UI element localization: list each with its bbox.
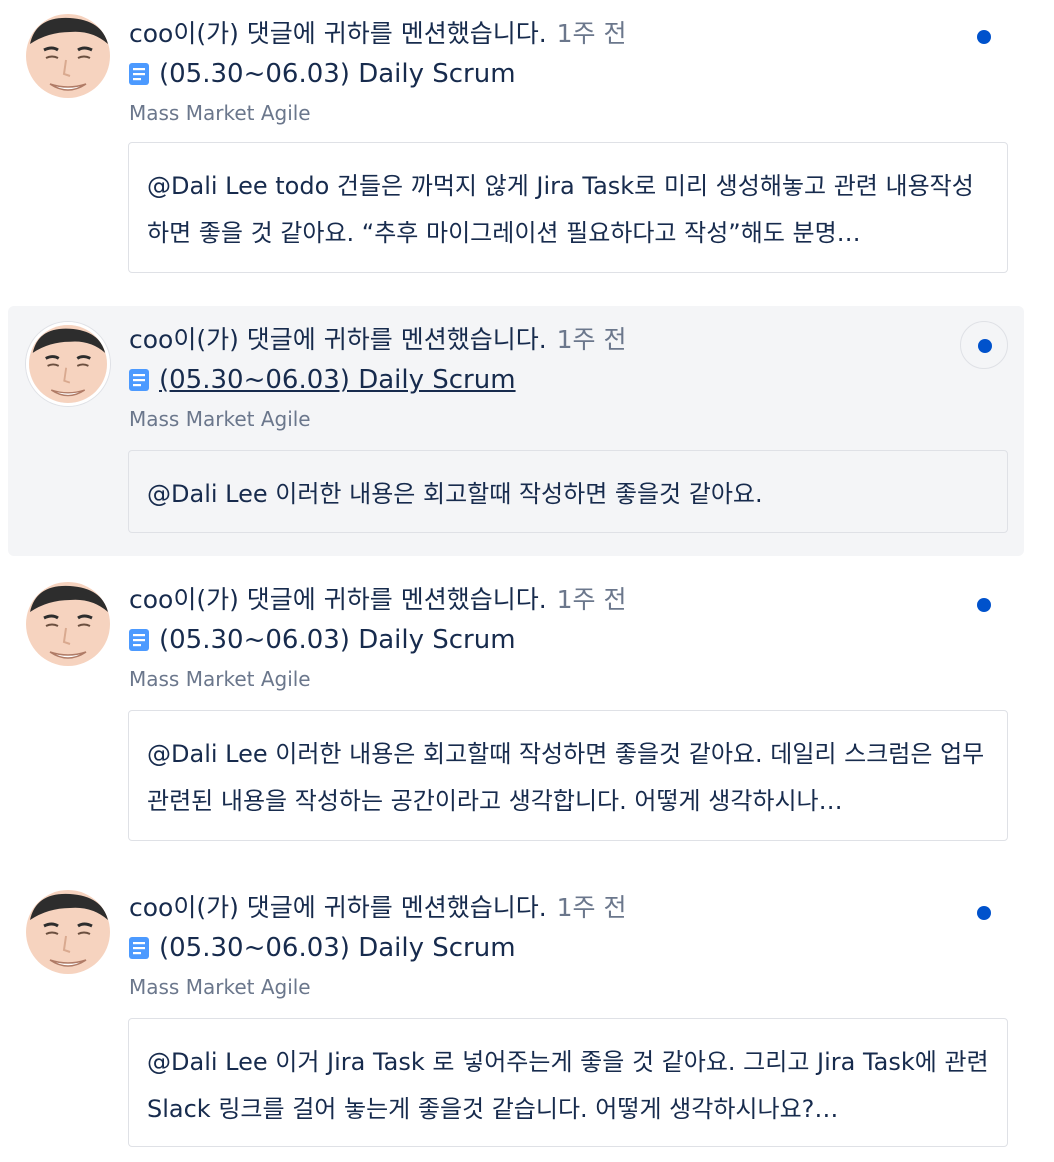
page-link[interactable]: (05.30~06.03) Daily Scrum — [129, 624, 516, 656]
space-name: Mass Market Agile — [129, 667, 311, 691]
user-avatar-icon[interactable] — [26, 322, 110, 406]
timestamp: 1주 전 — [556, 585, 627, 614]
user-avatar-icon[interactable] — [26, 582, 110, 666]
comment-text: @Dali Lee 이거 Jira Task 로 넣어주는게 좋을 것 같아요.… — [147, 1048, 989, 1123]
timestamp: 1주 전 — [556, 893, 627, 922]
page-icon — [129, 629, 149, 651]
page-title[interactable]: (05.30~06.03) Daily Scrum — [159, 59, 516, 89]
space-name: Mass Market Agile — [129, 407, 311, 431]
mark-read-button[interactable] — [960, 889, 1008, 937]
actor-name[interactable]: coo — [129, 585, 173, 614]
unread-dot-icon — [977, 30, 991, 44]
actor-name[interactable]: coo — [129, 893, 173, 922]
comment-text: @Dali Lee 이러한 내용은 회고할때 작성하면 좋을것 같아요. — [147, 480, 763, 508]
action-text: 이(가) 댓글에 귀하를 멘션했습니다. — [173, 893, 547, 922]
notification-item[interactable]: coo이(가) 댓글에 귀하를 멘션했습니다. 1주 전 (05.30~06.0… — [8, 566, 1024, 856]
notification-item[interactable]: coo이(가) 댓글에 귀하를 멘션했습니다. 1주 전 (05.30~06.0… — [8, 306, 1024, 556]
action-text: 이(가) 댓글에 귀하를 멘션했습니다. — [173, 585, 547, 614]
page-link[interactable]: (05.30~06.03) Daily Scrum — [129, 58, 516, 90]
page-title[interactable]: (05.30~06.03) Daily Scrum — [159, 933, 516, 963]
avatar-face-icon — [26, 890, 110, 974]
avatar-face-icon — [26, 14, 110, 98]
space-name: Mass Market Agile — [129, 101, 311, 125]
page-icon — [129, 369, 149, 391]
comment-preview[interactable]: @Dali Lee 이거 Jira Task 로 넣어주는게 좋을 것 같아요.… — [128, 1018, 1008, 1147]
user-avatar-icon[interactable] — [26, 14, 110, 98]
mark-read-button[interactable] — [960, 13, 1008, 61]
action-text: 이(가) 댓글에 귀하를 멘션했습니다. — [173, 19, 547, 48]
unread-dot-icon — [978, 339, 992, 353]
unread-dot-icon — [977, 598, 991, 612]
page-title[interactable]: (05.30~06.03) Daily Scrum — [159, 625, 516, 655]
space-name: Mass Market Agile — [129, 975, 311, 999]
timestamp: 1주 전 — [556, 19, 627, 48]
unread-dot-icon — [977, 906, 991, 920]
page-link[interactable]: (05.30~06.03) Daily Scrum — [129, 932, 516, 964]
page-title[interactable]: (05.30~06.03) Daily Scrum — [159, 365, 516, 395]
actor-name[interactable]: coo — [129, 325, 173, 354]
notification-title: coo이(가) 댓글에 귀하를 멘션했습니다. 1주 전 — [129, 584, 626, 616]
comment-text: @Dali Lee 이러한 내용은 회고할때 작성하면 좋을것 같아요. 데일리… — [147, 740, 985, 815]
notification-item[interactable]: coo이(가) 댓글에 귀하를 멘션했습니다. 1주 전 (05.30~06.0… — [8, 0, 1024, 290]
timestamp: 1주 전 — [556, 325, 627, 354]
comment-preview[interactable]: @Dali Lee 이러한 내용은 회고할때 작성하면 좋을것 같아요. 데일리… — [128, 710, 1008, 841]
page-icon — [129, 937, 149, 959]
comment-preview[interactable]: @Dali Lee todo 건들은 까먹지 않게 Jira Task로 미리 … — [128, 142, 1008, 273]
avatar-face-icon — [26, 582, 110, 666]
avatar-face-icon — [29, 325, 107, 403]
page-icon — [129, 63, 149, 85]
comment-preview[interactable]: @Dali Lee 이러한 내용은 회고할때 작성하면 좋을것 같아요. — [128, 450, 1008, 533]
notification-title: coo이(가) 댓글에 귀하를 멘션했습니다. 1주 전 — [129, 892, 626, 924]
notification-title: coo이(가) 댓글에 귀하를 멘션했습니다. 1주 전 — [129, 324, 626, 356]
notification-item[interactable]: coo이(가) 댓글에 귀하를 멘션했습니다. 1주 전 (05.30~06.0… — [8, 874, 1024, 1162]
user-avatar-icon[interactable] — [26, 890, 110, 974]
action-text: 이(가) 댓글에 귀하를 멘션했습니다. — [173, 325, 547, 354]
actor-name[interactable]: coo — [129, 19, 173, 48]
page-link[interactable]: (05.30~06.03) Daily Scrum — [129, 364, 516, 396]
mark-read-button[interactable] — [960, 321, 1008, 369]
mark-read-button[interactable] — [960, 581, 1008, 629]
comment-text: @Dali Lee todo 건들은 까먹지 않게 Jira Task로 미리 … — [147, 172, 974, 247]
notification-title: coo이(가) 댓글에 귀하를 멘션했습니다. 1주 전 — [129, 18, 626, 50]
notification-feed: coo이(가) 댓글에 귀하를 멘션했습니다. 1주 전 (05.30~06.0… — [0, 0, 1054, 1162]
